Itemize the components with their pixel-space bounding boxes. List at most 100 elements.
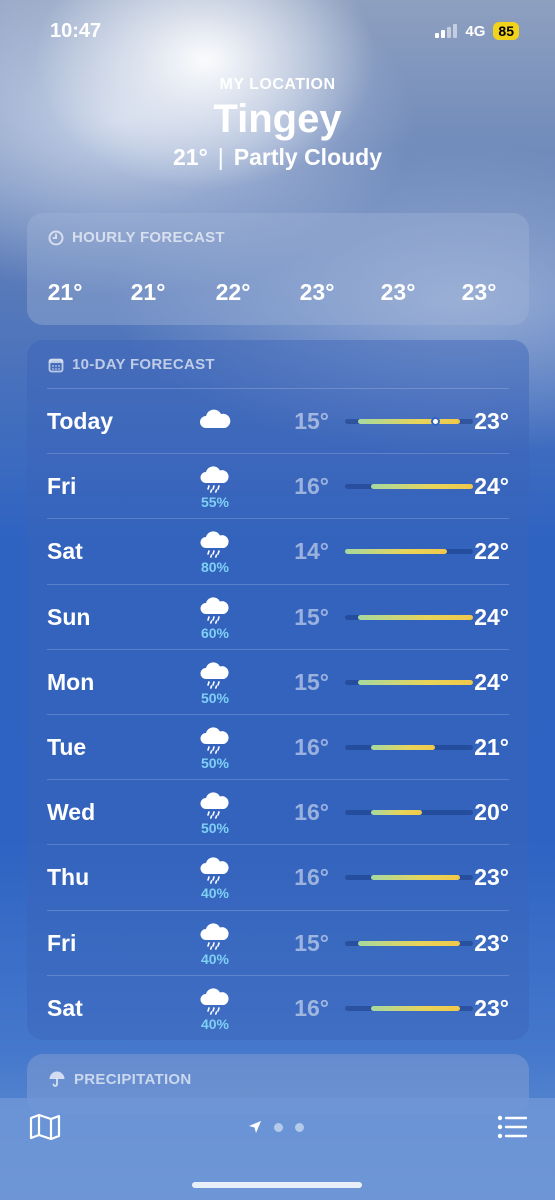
temp-range-bar: [345, 940, 473, 946]
precip-chance: 50%: [200, 820, 230, 837]
day-name: Sat: [47, 994, 83, 1021]
temp-range-fill: [357, 614, 473, 620]
calendar-icon: [48, 358, 64, 372]
current-temp-marker: [430, 417, 440, 426]
home-indicator[interactable]: [192, 1182, 362, 1188]
clock-icon: [48, 230, 64, 245]
day-row[interactable]: Fri 55% 16° 24°: [47, 453, 509, 518]
day-row[interactable]: Sat 80% 14° 22°: [47, 518, 509, 583]
list-icon[interactable]: [497, 1114, 527, 1140]
day-row[interactable]: Today 15° 23°: [47, 388, 509, 453]
temp-range-bar: [345, 484, 473, 490]
day-row[interactable]: Fri 40% 15° 23°: [47, 909, 509, 975]
high-temp: 20°: [474, 799, 509, 826]
precip-chance: 50%: [200, 689, 230, 706]
hourly-temp: 22°: [215, 279, 251, 305]
temp-range-fill: [370, 484, 473, 490]
high-temp: 23°: [474, 408, 509, 434]
day-name: Fri: [47, 473, 77, 500]
high-temp: 24°: [474, 473, 509, 500]
ten-day-forecast-title: 10-DAY FORECAST: [48, 356, 215, 373]
battery-indicator: 85: [493, 22, 519, 40]
current-temp: 21°: [172, 144, 208, 170]
low-temp: 15°: [294, 668, 329, 695]
temp-range-fill: [370, 1005, 461, 1011]
temp-range-bar: [345, 745, 473, 750]
high-temp: 24°: [474, 668, 509, 695]
hourly-temp: 21°: [47, 279, 83, 305]
precip-chance: 40%: [200, 1015, 230, 1032]
day-name: Mon: [47, 668, 95, 695]
temp-range-fill: [370, 810, 422, 816]
hourly-temp: 23°: [380, 279, 416, 305]
location-arrow-icon[interactable]: [248, 1120, 262, 1134]
hourly-temp: 23°: [299, 279, 335, 305]
map-icon[interactable]: [28, 1112, 62, 1142]
low-temp: 15°: [294, 929, 329, 956]
network-type: 4G: [465, 22, 486, 40]
day-name: Sun: [47, 603, 91, 630]
umbrella-icon: [49, 1071, 65, 1087]
day-name: Tue: [47, 734, 87, 760]
status-time: 10:47: [50, 20, 102, 42]
bottom-toolbar: [0, 1098, 555, 1200]
precip-chance: 60%: [200, 624, 230, 641]
hourly-forecast-title: HOURLY FORECAST: [48, 229, 225, 246]
day-name: Today: [47, 408, 114, 434]
status-bar: 10:47 4G 85: [0, 0, 555, 64]
day-row[interactable]: Tue 50% 16° 21°: [47, 714, 509, 779]
high-temp: 22°: [474, 538, 509, 565]
temp-range-bar: [345, 417, 473, 426]
hourly-forecast-card[interactable]: HOURLY FORECAST 21° 21° 22° 23° 23° 23°: [27, 213, 529, 325]
precip-chance: 80%: [200, 559, 230, 576]
temp-range-bar: [345, 679, 473, 685]
day-row[interactable]: Thu 40% 16° 23°: [47, 844, 509, 909]
location-header: MY LOCATION Tingey 21° | Partly Cloudy: [0, 76, 555, 171]
temp-range-bar: [345, 1005, 473, 1011]
high-temp: 24°: [474, 603, 509, 630]
low-temp: 16°: [294, 734, 329, 760]
day-name: Wed: [47, 799, 96, 826]
day-name: Fri: [47, 929, 77, 956]
temp-range-fill: [370, 745, 435, 750]
separator: |: [217, 144, 224, 170]
page-indicator[interactable]: [248, 1120, 304, 1134]
day-name: Sat: [47, 538, 83, 565]
temp-range-bar: [345, 614, 473, 620]
high-temp: 23°: [474, 864, 509, 891]
precipitation-title-text: PRECIPITATION: [74, 1070, 192, 1088]
precip-chance: 40%: [200, 885, 230, 902]
page-dot[interactable]: [295, 1122, 304, 1132]
precip-chance: 40%: [200, 950, 230, 967]
high-temp: 21°: [474, 734, 509, 760]
high-temp: 23°: [474, 994, 509, 1021]
low-temp: 16°: [294, 864, 329, 891]
day-row[interactable]: Wed 50% 16° 20°: [47, 779, 509, 844]
hourly-temp: 23°: [461, 279, 497, 305]
current-conditions: 21° | Partly Cloudy: [0, 144, 555, 171]
cloud-icon: [195, 407, 235, 447]
temp-range-bar: [345, 875, 473, 881]
current-condition: Partly Cloudy: [233, 144, 383, 170]
temp-range-fill: [357, 419, 461, 424]
precip-chance: 50%: [200, 755, 230, 771]
temp-range-fill: [357, 679, 473, 685]
page-dot[interactable]: [274, 1122, 283, 1132]
low-temp: 15°: [294, 603, 329, 630]
precipitation-title: PRECIPITATION: [48, 1070, 192, 1088]
temp-range-bar: [345, 810, 473, 816]
status-indicators: 4G 85: [435, 22, 519, 40]
day-row[interactable]: Sun 60% 15° 24°: [47, 583, 509, 649]
ten-day-title-text: 10-DAY FORECAST: [72, 356, 215, 373]
low-temp: 16°: [294, 473, 329, 500]
temp-range-fill: [370, 875, 461, 881]
day-row[interactable]: Sat 40% 16° 23°: [47, 974, 509, 1040]
high-temp: 23°: [474, 929, 509, 956]
city-name: Tingey: [213, 97, 342, 141]
day-name: Thu: [47, 864, 90, 891]
low-temp: 14°: [294, 538, 329, 565]
ten-day-forecast-card[interactable]: 10-DAY FORECAST Today 15° 23° Fri 55% 16° 24° S…: [27, 340, 529, 1040]
day-row[interactable]: Mon 50% 15° 24°: [47, 648, 509, 714]
precip-chance: 55%: [200, 494, 230, 511]
location-label: MY LOCATION: [219, 76, 336, 93]
